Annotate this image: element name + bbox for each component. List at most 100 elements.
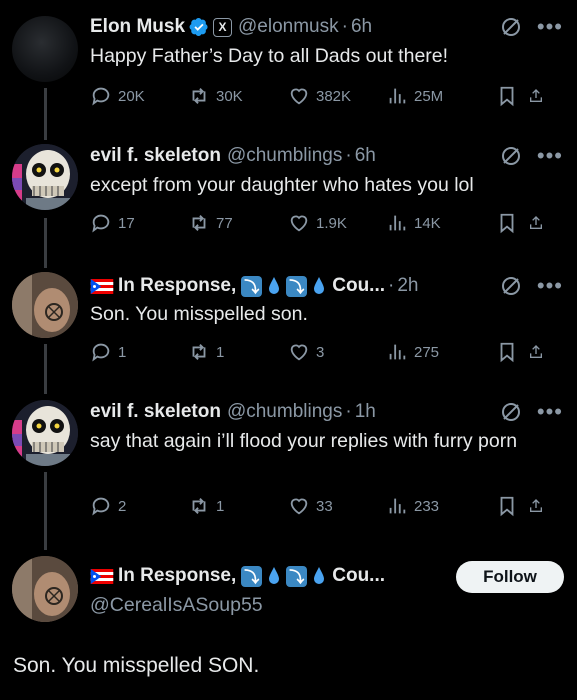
bookmark-icon xyxy=(500,86,514,107)
like-count: 382K xyxy=(316,87,352,105)
share-button[interactable] xyxy=(528,495,550,517)
tattoo-avatar-image xyxy=(12,556,78,622)
arrow-down-icon: ⤵ xyxy=(241,275,263,297)
more-icon[interactable]: ••• xyxy=(537,275,563,297)
retweet-icon xyxy=(192,88,206,104)
tweet[interactable]: In Response, ⤵ ⤵ Cou... · 2h ••• Son. Yo… xyxy=(0,264,577,392)
tweet-text: say that again i’ll flood your replies w… xyxy=(90,430,518,452)
author-handle[interactable]: @chumblings xyxy=(227,145,342,167)
reply-count: 20K xyxy=(118,87,145,105)
bookmark-button[interactable] xyxy=(496,341,528,363)
reply-button[interactable]: 1 xyxy=(90,341,188,363)
tweet[interactable]: Elon Musk X @elonmusk · 6h ••• Happy Fat… xyxy=(0,0,577,130)
share-icon xyxy=(530,345,542,358)
arrow-down-icon: ⤵ xyxy=(241,565,263,587)
reply-icon xyxy=(92,214,110,233)
bookmark-icon xyxy=(500,496,514,517)
separator: · xyxy=(388,275,395,296)
share-icon xyxy=(530,499,542,512)
reply-button[interactable]: 2 xyxy=(90,495,188,517)
author-handle[interactable]: @chumblings xyxy=(227,401,342,423)
author-name[interactable]: evil f. skeleton xyxy=(90,145,221,167)
like-button[interactable]: 1.9K xyxy=(288,212,386,234)
arrow-down-icon: ⤵ xyxy=(286,275,308,297)
avatar[interactable] xyxy=(12,16,78,82)
grok-icon[interactable] xyxy=(499,274,523,298)
retweet-count: 1 xyxy=(216,497,225,515)
author-name-suffix[interactable]: Cou... xyxy=(332,275,385,297)
views-icon xyxy=(389,344,406,360)
like-count: 33 xyxy=(316,497,333,515)
flag-icon xyxy=(90,278,114,294)
like-icon xyxy=(290,344,308,361)
skeleton-avatar-image xyxy=(12,400,78,466)
retweet-button[interactable]: 77 xyxy=(188,212,288,234)
more-icon[interactable]: ••• xyxy=(537,145,563,167)
retweet-button[interactable]: 1 xyxy=(188,495,288,517)
verified-icon xyxy=(189,18,208,36)
author-name[interactable]: Elon Musk xyxy=(90,16,185,38)
flag-icon xyxy=(90,568,114,584)
reply-count: 1 xyxy=(118,343,127,361)
share-button[interactable] xyxy=(528,85,550,107)
author-handle[interactable]: @elonmusk xyxy=(238,16,339,38)
like-button[interactable]: 33 xyxy=(288,495,386,517)
reply-button[interactable]: 20K xyxy=(90,85,188,107)
retweet-count: 1 xyxy=(216,343,225,361)
timestamp[interactable]: 6h xyxy=(351,16,372,38)
tweet[interactable]: evil f. skeleton @chumblings · 6h ••• ex… xyxy=(0,136,577,264)
author-name-suffix[interactable]: Cou... xyxy=(332,565,385,587)
retweet-button[interactable]: 1 xyxy=(188,341,288,363)
follow-button[interactable]: Follow xyxy=(456,561,564,593)
bookmark-icon xyxy=(500,213,514,234)
avatar[interactable] xyxy=(12,400,78,466)
avatar[interactable] xyxy=(12,272,78,338)
bookmark-button[interactable] xyxy=(496,495,528,517)
like-button[interactable]: 382K xyxy=(288,85,386,107)
share-button[interactable] xyxy=(528,212,550,234)
timestamp[interactable]: 6h xyxy=(355,145,376,167)
grok-icon[interactable] xyxy=(499,15,523,39)
views-count: 233 xyxy=(414,497,440,515)
views-button[interactable]: 14K xyxy=(386,212,496,234)
reply-button[interactable]: 17 xyxy=(90,212,188,234)
views-button[interactable]: 25M xyxy=(386,85,496,107)
tweet[interactable]: evil f. skeleton @chumblings · 1h ••• sa… xyxy=(0,392,577,544)
timestamp[interactable]: 1h xyxy=(355,401,376,423)
droplet-icon xyxy=(269,567,280,584)
avatar[interactable] xyxy=(12,144,78,210)
views-count: 14K xyxy=(414,214,441,232)
like-icon xyxy=(290,215,308,232)
author-name[interactable]: In Response, xyxy=(118,275,236,297)
focused-tweet-text: Son. You misspelled SON. xyxy=(13,654,260,677)
share-icon xyxy=(530,89,542,102)
author-name[interactable]: evil f. skeleton xyxy=(90,401,221,423)
author-name[interactable]: In Response, xyxy=(118,565,236,587)
share-button[interactable] xyxy=(528,341,550,363)
droplet-icon xyxy=(314,567,325,584)
like-icon xyxy=(290,498,308,515)
skeleton-avatar-image xyxy=(12,144,78,210)
author-handle[interactable]: @CerealIsASoup55 xyxy=(90,592,563,618)
more-icon[interactable]: ••• xyxy=(537,401,563,423)
like-button[interactable]: 3 xyxy=(288,341,386,363)
avatar[interactable] xyxy=(12,556,78,622)
arrow-down-icon: ⤵ xyxy=(286,565,308,587)
more-icon[interactable]: ••• xyxy=(537,16,563,38)
timestamp[interactable]: 2h xyxy=(397,275,418,297)
x-affiliate-badge: X xyxy=(213,17,233,37)
views-button[interactable]: 233 xyxy=(386,495,496,517)
views-button[interactable]: 275 xyxy=(386,341,496,363)
grok-icon[interactable] xyxy=(499,400,523,424)
bookmark-button[interactable] xyxy=(496,85,528,107)
bookmark-button[interactable] xyxy=(496,212,528,234)
retweet-icon xyxy=(192,498,206,514)
grok-icon[interactable] xyxy=(499,144,523,168)
retweet-count: 77 xyxy=(216,214,233,232)
retweet-button[interactable]: 30K xyxy=(188,85,288,107)
views-count: 25M xyxy=(414,87,444,105)
reply-icon xyxy=(92,87,110,106)
reply-icon xyxy=(92,343,110,362)
tweet-text: Son. You misspelled son. xyxy=(90,303,308,325)
bookmark-icon xyxy=(500,342,514,363)
